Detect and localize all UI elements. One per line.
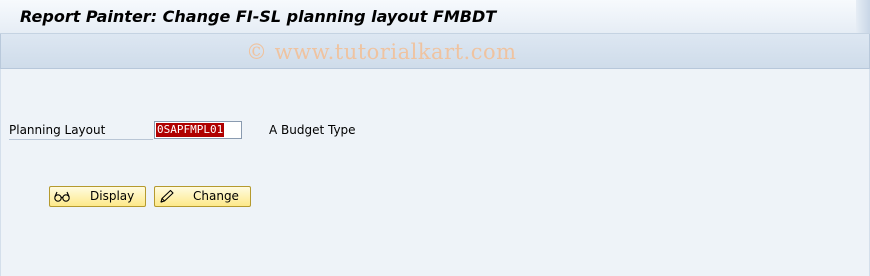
display-button[interactable]: Display [49, 186, 146, 207]
pencil-icon [158, 189, 176, 204]
planning-layout-label: Planning Layout [9, 123, 153, 140]
title-bar: Report Painter: Change FI-SL planning la… [0, 0, 870, 34]
display-button-label: Display [90, 189, 135, 203]
planning-layout-description: A Budget Type [269, 123, 356, 137]
window-title: Report Painter: Change FI-SL planning la… [20, 7, 497, 26]
change-button-label: Change [193, 189, 239, 203]
change-button[interactable]: Change [154, 186, 251, 207]
planning-layout-input[interactable]: 0SAPFMPL01 [154, 121, 242, 139]
title-bar-edge [856, 0, 870, 33]
watermark-text: © www.tutorialkart.com [246, 40, 517, 64]
main-content [0, 69, 870, 276]
planning-layout-value[interactable]: 0SAPFMPL01 [156, 123, 225, 137]
glasses-icon [53, 189, 71, 204]
